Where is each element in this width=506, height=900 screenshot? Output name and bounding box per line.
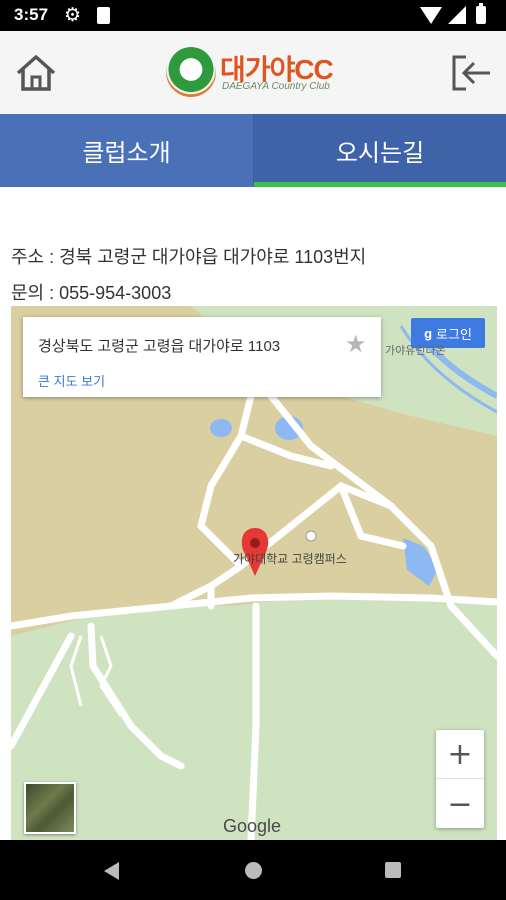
zoom-out-button[interactable]: − (436, 780, 484, 828)
tab-bar: 클럽소개 오시는길 (0, 114, 506, 187)
battery-icon (476, 3, 486, 24)
phone-text[interactable]: 문의 : 055-954-3003 (11, 279, 171, 305)
club-emblem-icon (166, 47, 216, 97)
address-text: 주소 : 경북 고령군 대가야읍 대가야로 1103번지 (11, 247, 367, 267)
place-address: 경상북도 고령군 고령읍 대가야로 1103 (38, 338, 281, 355)
home-icon (16, 55, 56, 91)
tab-directions[interactable]: 오시는길 (254, 114, 506, 187)
home-circle-icon[interactable] (245, 862, 262, 879)
wifi-icon (420, 7, 442, 24)
logout-icon (452, 55, 490, 91)
google-g-icon: g (424, 325, 433, 341)
google-logo: Google (223, 816, 282, 836)
status-time: 3:57 (14, 5, 49, 24)
logo: 대가야CC DAEGAYA Country Club (166, 47, 346, 99)
map-place-label: 가야유린다온 (385, 345, 446, 357)
tab-club-intro[interactable]: 클럽소개 (0, 114, 254, 187)
home-button[interactable] (14, 53, 58, 93)
brand-subtitle: DAEGAYA Country Club (222, 81, 330, 92)
sd-card-icon (97, 7, 110, 24)
app-header: 대가야CC DAEGAYA Country Club (0, 31, 506, 115)
campus-label: 가야대학교 고령캠퍼스 (233, 552, 347, 566)
settings-gear-icon: ⚙ (64, 4, 82, 26)
star-icon[interactable]: ★ (345, 330, 367, 358)
cell-signal-icon (448, 6, 466, 24)
active-tab-indicator (254, 182, 506, 187)
zoom-controls: + − (436, 730, 484, 828)
view-larger-map-link[interactable]: 큰 지도 보기 (38, 371, 105, 390)
login-label: 로그인 (436, 326, 472, 342)
back-icon[interactable] (104, 862, 119, 880)
tab-label: 오시는길 (335, 140, 425, 167)
status-bar: 3:57 ⚙ (0, 0, 506, 31)
map-view[interactable]: 경상북도 고령군 고령읍 대가야로 1103 ★ 큰 지도 보기 g 로그인 가… (11, 306, 497, 840)
zoom-in-button[interactable]: + (436, 730, 484, 779)
place-info-card[interactable]: 경상북도 고령군 고령읍 대가야로 1103 ★ 큰 지도 보기 (23, 317, 381, 397)
recent-apps-icon[interactable] (385, 862, 401, 878)
system-nav-bar (0, 840, 506, 900)
tab-label: 클럽소개 (82, 140, 171, 167)
logout-button[interactable] (448, 53, 494, 93)
satellite-toggle-button[interactable] (24, 782, 76, 834)
